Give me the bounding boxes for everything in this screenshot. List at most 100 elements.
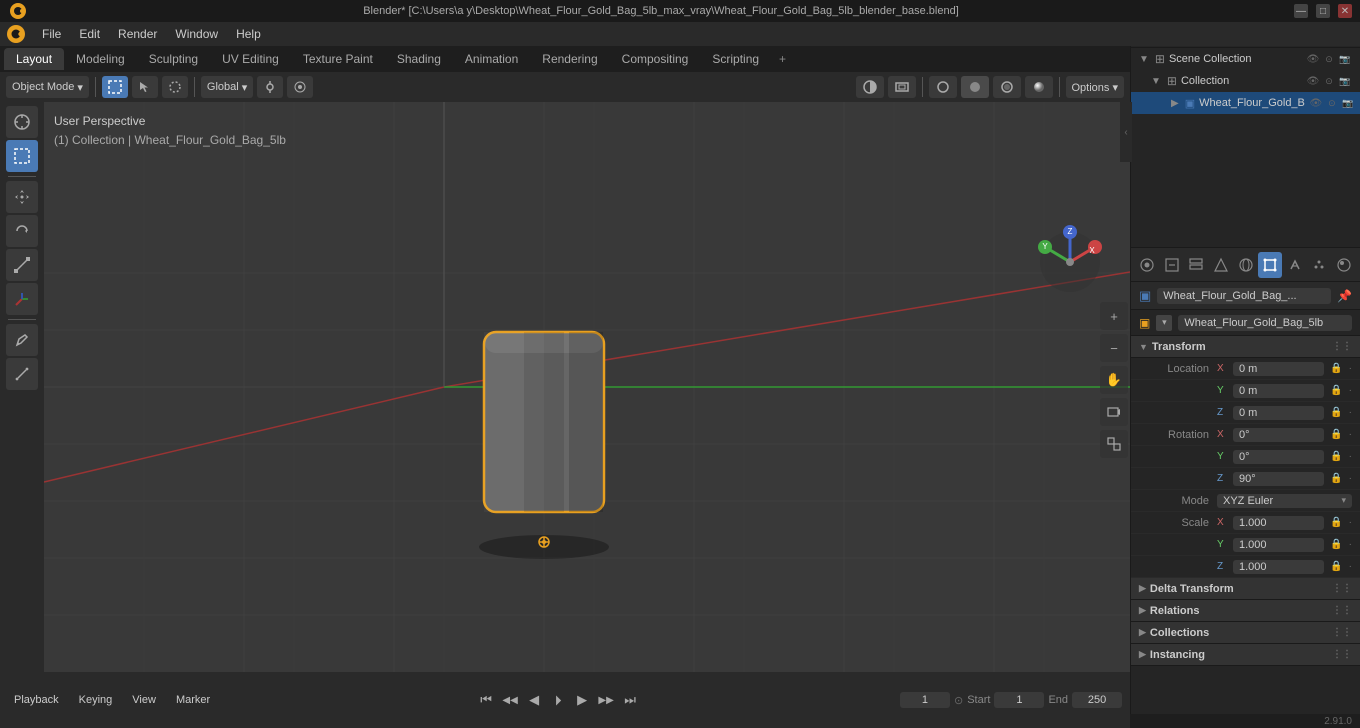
jump-next-keyframe-btn[interactable]: ▶▶ (595, 689, 617, 711)
object-render-btn[interactable]: 📷 (1341, 96, 1355, 110)
world-props-icon[interactable] (1233, 252, 1258, 278)
blender-menu-logo[interactable] (4, 22, 28, 46)
scale-x-field[interactable]: 1.000 (1233, 516, 1324, 530)
scene-collection-render-btn[interactable]: 📷 (1338, 52, 1352, 66)
menu-render[interactable]: Render (110, 25, 165, 43)
menu-help[interactable]: Help (228, 25, 269, 43)
location-y-dot-icon[interactable]: · (1349, 385, 1352, 396)
transform-section-header[interactable]: ▼ Transform ⋮⋮ (1131, 336, 1360, 358)
rendered-shading-btn[interactable] (1025, 76, 1053, 98)
side-collapse-btn[interactable]: ‹ (1120, 102, 1132, 162)
options-btn[interactable]: Options ▾ (1066, 76, 1125, 98)
tab-modeling[interactable]: Modeling (64, 48, 137, 70)
collection-render-btn[interactable]: 📷 (1338, 74, 1352, 88)
scale-y-lock-icon[interactable]: 🔒 (1330, 539, 1342, 550)
mesh-name-field[interactable]: Wheat_Flour_Gold_Bag_5lb (1178, 315, 1352, 331)
object-mode-dropdown[interactable]: Object Mode ▾ (6, 76, 89, 98)
cursor-btn[interactable] (132, 76, 158, 98)
annotate-tool-btn[interactable] (6, 324, 38, 356)
viewport[interactable]: User Perspective (1) Collection | Wheat_… (44, 102, 1130, 672)
marker-menu[interactable]: Marker (170, 692, 216, 708)
close-button[interactable]: ✕ (1338, 4, 1352, 18)
material-props-icon[interactable] (1332, 252, 1357, 278)
collection-select-btn[interactable]: ⊙ (1322, 74, 1336, 88)
view-layer-props-icon[interactable] (1184, 252, 1209, 278)
scene-collection-view-btn[interactable]: 👁 (1306, 52, 1320, 66)
location-x-field[interactable]: 0 m (1233, 362, 1324, 376)
proportional-btn[interactable] (287, 76, 313, 98)
location-x-lock-icon[interactable]: 🔒 (1330, 363, 1342, 374)
pan-btn[interactable]: ✋ (1100, 366, 1128, 394)
scale-z-lock-icon[interactable]: 🔒 (1330, 561, 1342, 572)
overlay-btn[interactable] (856, 76, 884, 98)
rotation-y-lock-icon[interactable]: 🔒 (1330, 451, 1342, 462)
transform-dropdown[interactable]: Global ▾ (201, 76, 253, 98)
rotation-z-field[interactable]: 90° (1233, 472, 1324, 486)
jump-start-btn[interactable]: ⏮ (475, 689, 497, 711)
scale-z-field[interactable]: 1.000 (1233, 560, 1324, 574)
menu-edit[interactable]: Edit (71, 25, 108, 43)
lasso-btn[interactable] (162, 76, 188, 98)
tab-texture-paint[interactable]: Texture Paint (291, 48, 385, 70)
rotation-y-field[interactable]: 0° (1233, 450, 1324, 464)
maximize-button[interactable]: □ (1316, 4, 1330, 18)
gizmo[interactable]: X Y Z (1030, 222, 1110, 302)
mesh-dropdown-btn[interactable]: ▾ (1156, 315, 1172, 331)
location-x-dot-icon[interactable]: · (1349, 363, 1352, 374)
rotation-z-dot-icon[interactable]: · (1349, 473, 1352, 484)
wireframe-shading-btn[interactable] (929, 76, 957, 98)
play-btn[interactable]: ⏵ (547, 689, 569, 711)
select-tool-btn[interactable] (6, 140, 38, 172)
location-z-field[interactable]: 0 m (1233, 406, 1324, 420)
location-z-dot-icon[interactable]: · (1349, 407, 1352, 418)
tab-sculpting[interactable]: Sculpting (137, 48, 210, 70)
select-box-btn[interactable] (102, 76, 128, 98)
object-props-icon[interactable] (1258, 252, 1283, 278)
rotation-x-dot-icon[interactable]: · (1349, 429, 1352, 440)
rotation-x-field[interactable]: 0° (1233, 428, 1324, 442)
tab-uv-editing[interactable]: UV Editing (210, 48, 291, 70)
rotation-z-lock-icon[interactable]: 🔒 (1330, 473, 1342, 484)
scale-x-dot-icon[interactable]: · (1349, 517, 1352, 528)
menu-file[interactable]: File (34, 25, 69, 43)
tab-animation[interactable]: Animation (453, 48, 530, 70)
solid-shading-btn[interactable] (961, 76, 989, 98)
zoom-in-btn[interactable]: + (1100, 302, 1128, 330)
step-forward-btn[interactable]: ▶ (571, 689, 593, 711)
end-frame-field[interactable]: 250 (1072, 692, 1122, 708)
object-view-btn[interactable]: 👁 (1309, 96, 1323, 110)
move-tool-btn[interactable] (6, 181, 38, 213)
collections-section-header[interactable]: ▶ Collections ⋮⋮ (1131, 622, 1360, 644)
measure-tool-btn[interactable] (6, 358, 38, 390)
scene-collection-hide-select-btn[interactable]: ⊙ (1322, 52, 1336, 66)
relations-section-header[interactable]: ▶ Relations ⋮⋮ (1131, 600, 1360, 622)
mode-value-field[interactable]: XYZ Euler ▾ (1217, 494, 1352, 508)
tab-compositing[interactable]: Compositing (610, 48, 701, 70)
object-row[interactable]: ▶ ▣ Wheat_Flour_Gold_B 👁 ⊙ 📷 (1131, 92, 1360, 114)
keying-menu[interactable]: Keying (73, 692, 119, 708)
object-name-field[interactable]: Wheat_Flour_Gold_Bag_... (1157, 288, 1331, 304)
output-props-icon[interactable] (1160, 252, 1185, 278)
current-frame-field[interactable]: 1 (900, 692, 950, 708)
instancing-section-header[interactable]: ▶ Instancing ⋮⋮ (1131, 644, 1360, 666)
scale-z-dot-icon[interactable]: · (1349, 561, 1352, 572)
snap-btn[interactable] (257, 76, 283, 98)
collection-row[interactable]: ▼ ⊞ Collection 👁 ⊙ 📷 (1131, 70, 1360, 92)
collection-view-btn[interactable]: 👁 (1306, 74, 1320, 88)
pin-icon[interactable]: 📌 (1337, 289, 1352, 303)
tab-rendering[interactable]: Rendering (530, 48, 609, 70)
material-shading-btn[interactable] (993, 76, 1021, 98)
camera-view-btn[interactable] (1100, 398, 1128, 426)
modifier-props-icon[interactable] (1282, 252, 1307, 278)
cursor-tool-btn[interactable] (6, 106, 38, 138)
render-props-icon[interactable] (1135, 252, 1160, 278)
jump-end-btn[interactable]: ⏭ (619, 689, 641, 711)
rotate-tool-btn[interactable] (6, 215, 38, 247)
rotation-x-lock-icon[interactable]: 🔒 (1330, 429, 1342, 440)
view-menu[interactable]: View (126, 692, 162, 708)
menu-window[interactable]: Window (167, 25, 226, 43)
playback-menu[interactable]: Playback (8, 692, 65, 708)
zoom-out-btn[interactable]: − (1100, 334, 1128, 362)
start-frame-field[interactable]: 1 (994, 692, 1044, 708)
delta-transform-section-header[interactable]: ▶ Delta Transform ⋮⋮ (1131, 578, 1360, 600)
